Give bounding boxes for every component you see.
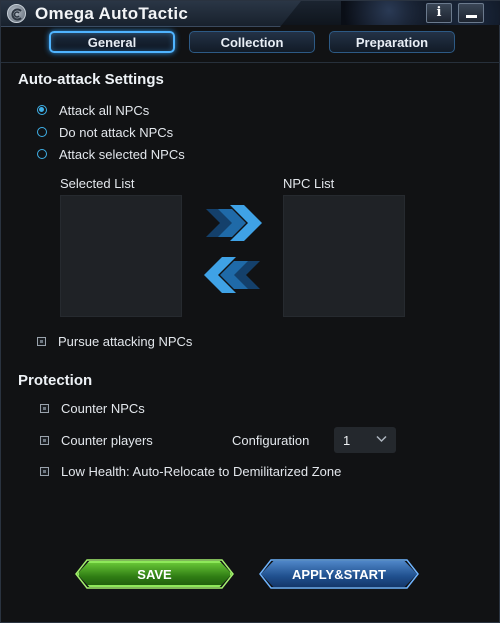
omega-logo-icon <box>7 4 26 23</box>
selected-list-box[interactable] <box>60 195 182 317</box>
header-divider <box>1 62 500 63</box>
radio-button[interactable] <box>37 127 47 137</box>
radio-label: Do not attack NPCs <box>59 124 174 140</box>
checkbox[interactable] <box>40 466 49 476</box>
move-left-arrow-icon[interactable] <box>202 255 262 295</box>
protection-title: Protection <box>18 372 93 389</box>
checkbox[interactable] <box>40 403 49 413</box>
radio-button[interactable] <box>37 149 47 159</box>
configuration-select[interactable]: 1 <box>334 427 396 453</box>
save-button[interactable]: SAVE <box>77 561 232 587</box>
radio-attack-all[interactable]: Attack all NPCs <box>37 102 149 118</box>
checkbox[interactable] <box>40 435 49 445</box>
info-button[interactable]: i <box>426 3 452 23</box>
minimize-button[interactable] <box>458 3 484 23</box>
counter-players-row[interactable]: Counter players <box>40 432 153 448</box>
counter-npcs-label: Counter NPCs <box>61 400 145 416</box>
radio-do-not-attack[interactable]: Do not attack NPCs <box>37 124 173 140</box>
tab-general[interactable]: General <box>49 31 175 53</box>
window-title: Omega AutoTactic <box>35 4 189 23</box>
npc-list-label: NPC List <box>283 176 335 191</box>
autotactic-window: Omega AutoTactic i General Collection Pr… <box>0 0 500 623</box>
radio-button[interactable] <box>37 105 47 115</box>
auto-attack-title: Auto-attack Settings <box>18 71 164 88</box>
move-right-arrow-icon[interactable] <box>204 203 264 243</box>
pursue-label: Pursue attacking NPCs <box>58 333 193 349</box>
chevron-down-icon <box>376 435 387 443</box>
title-bar[interactable]: Omega AutoTactic i <box>1 1 500 27</box>
low-health-row[interactable]: Low Health: Auto-Relocate to Demilitariz… <box>40 463 341 479</box>
npc-list-box[interactable] <box>283 195 405 317</box>
tab-preparation[interactable]: Preparation <box>329 31 455 53</box>
checkbox[interactable] <box>37 336 46 346</box>
radio-label: Attack selected NPCs <box>59 146 185 162</box>
apply-start-button[interactable]: APPLY&START <box>261 561 417 587</box>
low-health-label: Low Health: Auto-Relocate to Demilitariz… <box>61 463 342 479</box>
configuration-label: Configuration <box>232 433 310 448</box>
radio-label: Attack all NPCs <box>59 102 150 118</box>
counter-players-label: Counter players <box>61 432 153 448</box>
counter-npcs-row[interactable]: Counter NPCs <box>40 400 145 416</box>
selected-list-label: Selected List <box>60 176 135 191</box>
tab-collection[interactable]: Collection <box>189 31 315 53</box>
configuration-value: 1 <box>343 432 351 448</box>
pursue-checkbox-row[interactable]: Pursue attacking NPCs <box>37 333 192 349</box>
radio-attack-selected[interactable]: Attack selected NPCs <box>37 146 185 162</box>
